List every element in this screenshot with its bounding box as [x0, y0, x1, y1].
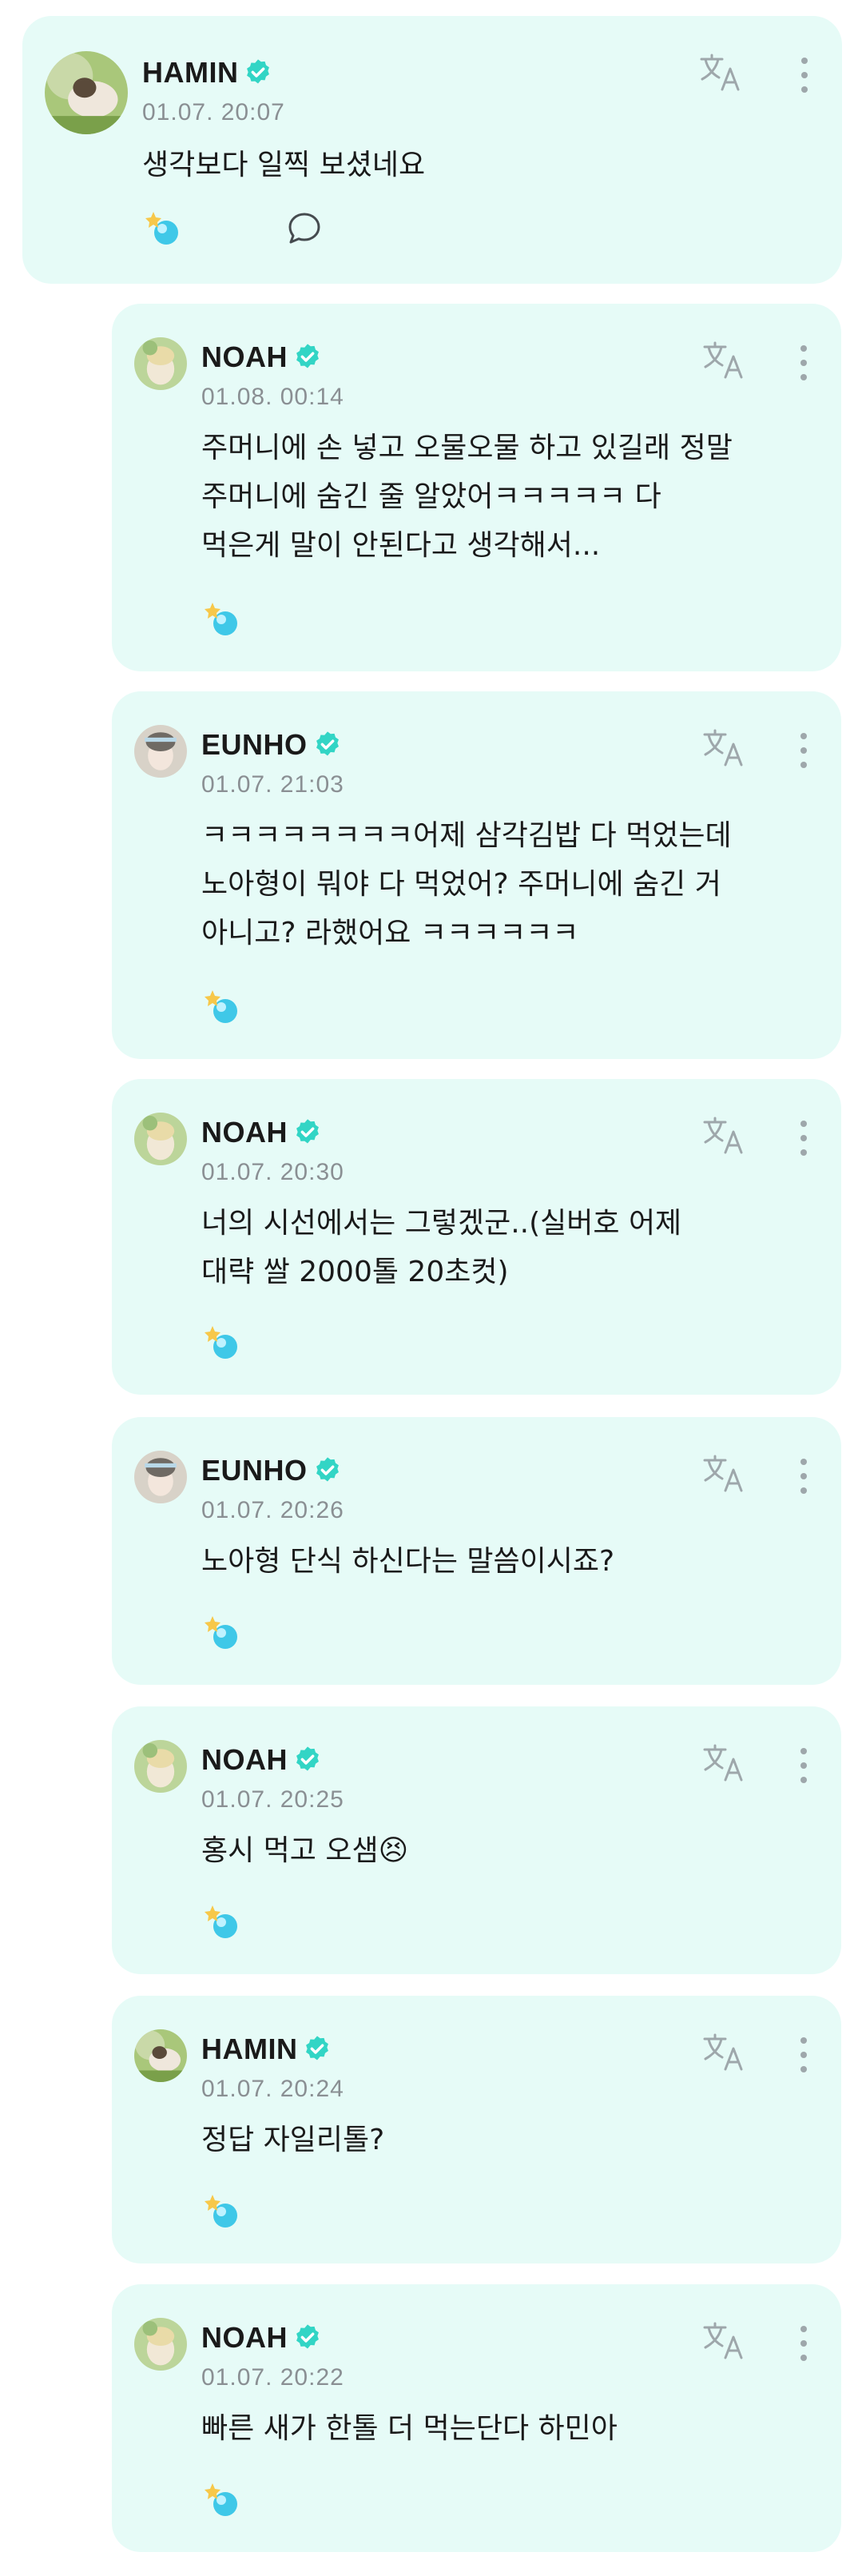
reply-card: HAMIN 01.07. 20:24 정답 자일리톨?	[112, 1996, 841, 2263]
verified-badge-icon	[296, 2324, 319, 2349]
lightstick-reaction-icon[interactable]	[201, 1323, 241, 1363]
author-name[interactable]: NOAH	[201, 1116, 288, 1149]
verified-badge-icon	[296, 1119, 319, 1144]
noah-avatar-photo	[134, 337, 187, 390]
post-card: HAMIN 01.07. 20:07 생각보다 일찍 보셨네요	[22, 16, 842, 284]
reply-content: 노아형 단식 하신다는 말씀이시죠?	[201, 1545, 615, 1578]
more-vertical-icon[interactable]	[796, 1745, 811, 1786]
reply-content: ㅋㅋㅋㅋㅋㅋㅋㅋ어제 삼각김밥 다 먹었는데 노아형이 뭐야 다 먹었어? 주머…	[201, 819, 732, 950]
lightstick-reaction-icon[interactable]	[201, 987, 241, 1027]
reply-card: EUNHO 01.07. 20:26 노아형 단식 하신다는 말씀이시죠?	[112, 1417, 841, 1685]
noah-avatar-photo	[134, 1740, 187, 1793]
avatar[interactable]	[134, 2318, 187, 2371]
timestamp: 01.07. 20:25	[201, 1786, 344, 1813]
more-vertical-icon[interactable]	[796, 1117, 811, 1159]
author-row: NOAH	[201, 2321, 323, 2355]
author-row: EUNHO	[201, 1454, 343, 1487]
lightstick-reaction-icon[interactable]	[201, 1613, 241, 1653]
author-name[interactable]: NOAH	[201, 340, 288, 374]
more-vertical-icon[interactable]	[796, 342, 811, 384]
avatar[interactable]	[134, 1113, 187, 1165]
reply-card: EUNHO 01.07. 21:03 ㅋㅋㅋㅋㅋㅋㅋㅋ어제 삼각김밥 다 먹었는…	[112, 691, 841, 1059]
translate-icon[interactable]	[701, 2321, 749, 2361]
more-vertical-icon[interactable]	[796, 730, 811, 771]
hamin-avatar-photo	[134, 2029, 187, 2082]
lightstick-reaction-icon[interactable]	[201, 1902, 241, 1942]
author-row: NOAH	[201, 340, 323, 374]
verified-badge-icon	[316, 1457, 339, 1482]
reply-card: NOAH 01.07. 20:25 홍시 먹고 오샘😣	[112, 1706, 841, 1974]
lightstick-reaction-icon[interactable]	[201, 599, 241, 639]
more-vertical-icon[interactable]	[796, 1455, 811, 1497]
author-row: NOAH	[201, 1116, 323, 1149]
more-vertical-icon[interactable]	[797, 54, 812, 96]
author-name[interactable]: EUNHO	[201, 1454, 308, 1487]
author-row: EUNHO	[201, 728, 343, 762]
more-vertical-icon[interactable]	[796, 2034, 811, 2076]
reply-content: 홍시 먹고 오샘😣	[201, 1834, 409, 1867]
verified-badge-icon	[296, 344, 319, 368]
noah-avatar-photo	[134, 1113, 187, 1165]
eunho-avatar-photo	[134, 1451, 187, 1503]
avatar[interactable]	[134, 725, 187, 778]
lightstick-reaction-icon[interactable]	[142, 209, 182, 249]
avatar[interactable]	[134, 1740, 187, 1793]
comment-bubble-icon[interactable]	[286, 210, 323, 247]
verified-badge-icon	[316, 731, 339, 756]
timestamp: 01.07. 20:26	[201, 1497, 344, 1523]
reply-content: 너의 시선에서는 그렇겠군..(실버호 어제 대략 쌀 2000톨 20초컷)	[201, 1207, 682, 1288]
translate-icon[interactable]	[701, 2033, 749, 2072]
translate-icon[interactable]	[698, 53, 746, 93]
reply-card: NOAH 01.07. 20:22 빠른 새가 한톨 더 먹는단다 하민아	[112, 2284, 841, 2552]
hamin-avatar-photo	[45, 51, 128, 134]
timestamp: 01.07. 20:22	[201, 2364, 344, 2391]
avatar[interactable]	[134, 2029, 187, 2082]
translate-icon[interactable]	[701, 1743, 749, 1783]
timestamp: 01.07. 20:24	[201, 2076, 344, 2102]
avatar[interactable]	[134, 337, 187, 390]
avatar[interactable]	[134, 1451, 187, 1503]
author-name[interactable]: NOAH	[201, 1743, 288, 1777]
reply-content: 정답 자일리톨?	[201, 2124, 385, 2156]
verified-badge-icon	[306, 2036, 329, 2060]
author-row: HAMIN	[201, 2033, 332, 2066]
reply-card: NOAH 01.08. 00:14 주머니에 손 넣고 오물오물 하고 있길래 …	[112, 304, 841, 671]
author-name[interactable]: NOAH	[201, 2321, 288, 2355]
translate-icon[interactable]	[701, 728, 749, 768]
translate-icon[interactable]	[701, 1454, 749, 1494]
avatar[interactable]	[45, 51, 128, 134]
verified-badge-icon	[296, 1746, 319, 1771]
author-row: HAMIN	[142, 56, 273, 90]
timestamp: 01.07. 21:03	[201, 771, 344, 798]
author-name[interactable]: HAMIN	[201, 2033, 297, 2066]
lightstick-reaction-icon[interactable]	[201, 2480, 241, 2520]
more-vertical-icon[interactable]	[796, 2323, 811, 2364]
timestamp: 01.08. 00:14	[201, 384, 344, 410]
post-content: 생각보다 일찍 보셨네요	[142, 149, 426, 181]
timestamp: 01.07. 20:07	[142, 99, 285, 125]
author-row: NOAH	[201, 1743, 323, 1777]
author-name[interactable]: HAMIN	[142, 56, 238, 90]
timestamp: 01.07. 20:30	[201, 1159, 344, 1185]
eunho-avatar-photo	[134, 725, 187, 778]
lightstick-reaction-icon[interactable]	[201, 2192, 241, 2232]
translate-icon[interactable]	[701, 1116, 749, 1156]
reply-card: NOAH 01.07. 20:30 너의 시선에서는 그렇겠군..(실버호 어제…	[112, 1079, 841, 1395]
verified-badge-icon	[247, 59, 270, 84]
reply-content: 주머니에 손 넣고 오물오물 하고 있길래 정말 주머니에 숨긴 줄 알았어ㅋㅋ…	[201, 432, 733, 562]
reply-content: 빠른 새가 한톨 더 먹는단다 하민아	[201, 2412, 618, 2445]
author-name[interactable]: EUNHO	[201, 728, 308, 762]
translate-icon[interactable]	[701, 340, 749, 380]
noah-avatar-photo	[134, 2318, 187, 2371]
